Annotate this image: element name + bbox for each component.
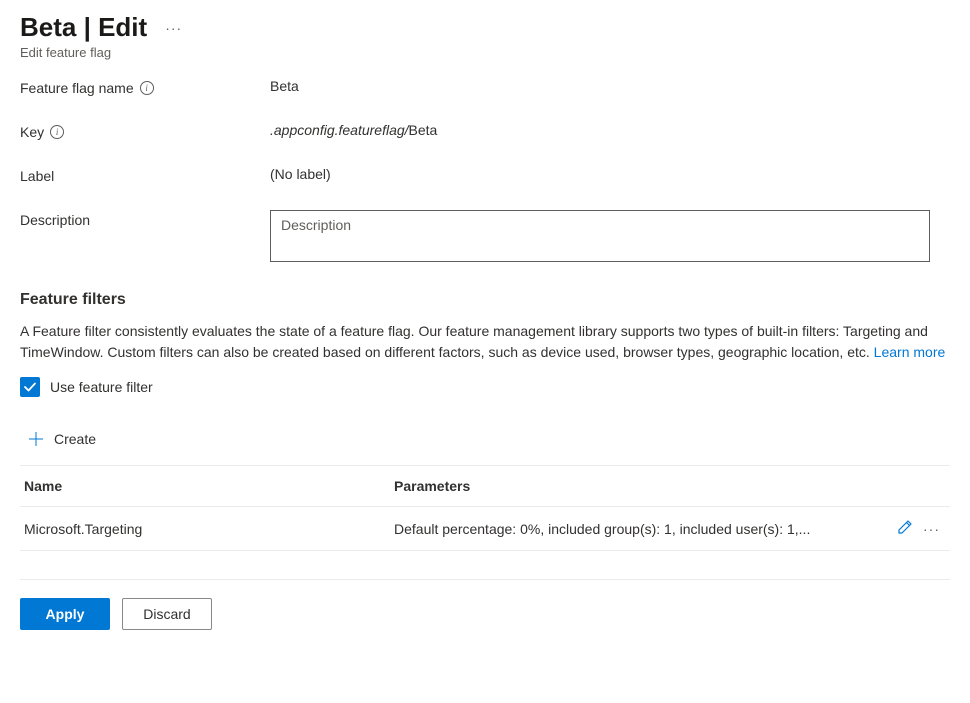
edit-icon[interactable] [897,519,913,538]
filter-params: Default percentage: 0%, included group(s… [374,521,897,537]
label-value: (No label) [270,166,950,182]
create-label: Create [54,431,96,447]
more-icon[interactable]: ··· [159,16,188,40]
col-name-header: Name [24,478,374,494]
bottom-bar: Apply Discard [20,579,950,630]
filters-table: Name Parameters Microsoft.Targeting Defa… [20,465,950,551]
filter-name: Microsoft.Targeting [24,521,374,537]
filters-description: A Feature filter consistently evaluates … [20,321,950,363]
row-more-icon[interactable]: ··· [923,521,940,537]
filters-heading: Feature filters [20,291,950,309]
description-input[interactable] [270,210,930,262]
info-icon[interactable]: i [140,81,154,95]
description-label-text: Description [20,212,90,228]
create-button[interactable]: Create [20,425,104,453]
label-label: Label [20,166,270,184]
key-label-text: Key [20,124,44,140]
filters-description-text: A Feature filter consistently evaluates … [20,323,928,360]
apply-button[interactable]: Apply [20,598,110,630]
use-filter-label: Use feature filter [50,379,153,395]
flag-name-label: Feature flag name i [20,78,270,96]
info-icon[interactable]: i [50,125,64,139]
table-header: Name Parameters [20,466,950,507]
use-filter-checkbox[interactable] [20,377,40,397]
flag-name-value: Beta [270,78,950,94]
flag-name-label-text: Feature flag name [20,80,134,96]
label-label-text: Label [20,168,54,184]
key-suffix: Beta [409,122,438,138]
discard-button[interactable]: Discard [122,598,212,630]
key-prefix: .appconfig.featureflag/ [270,122,409,138]
table-row[interactable]: Microsoft.Targeting Default percentage: … [20,507,950,551]
description-label: Description [20,210,270,228]
key-label: Key i [20,122,270,140]
page-subtitle: Edit feature flag [20,45,950,60]
check-icon [23,380,37,394]
col-params-header: Parameters [374,478,946,494]
page-title: Beta | Edit [20,12,147,43]
key-value: .appconfig.featureflag/Beta [270,122,950,138]
plus-icon [28,431,44,447]
learn-more-link[interactable]: Learn more [874,344,946,360]
